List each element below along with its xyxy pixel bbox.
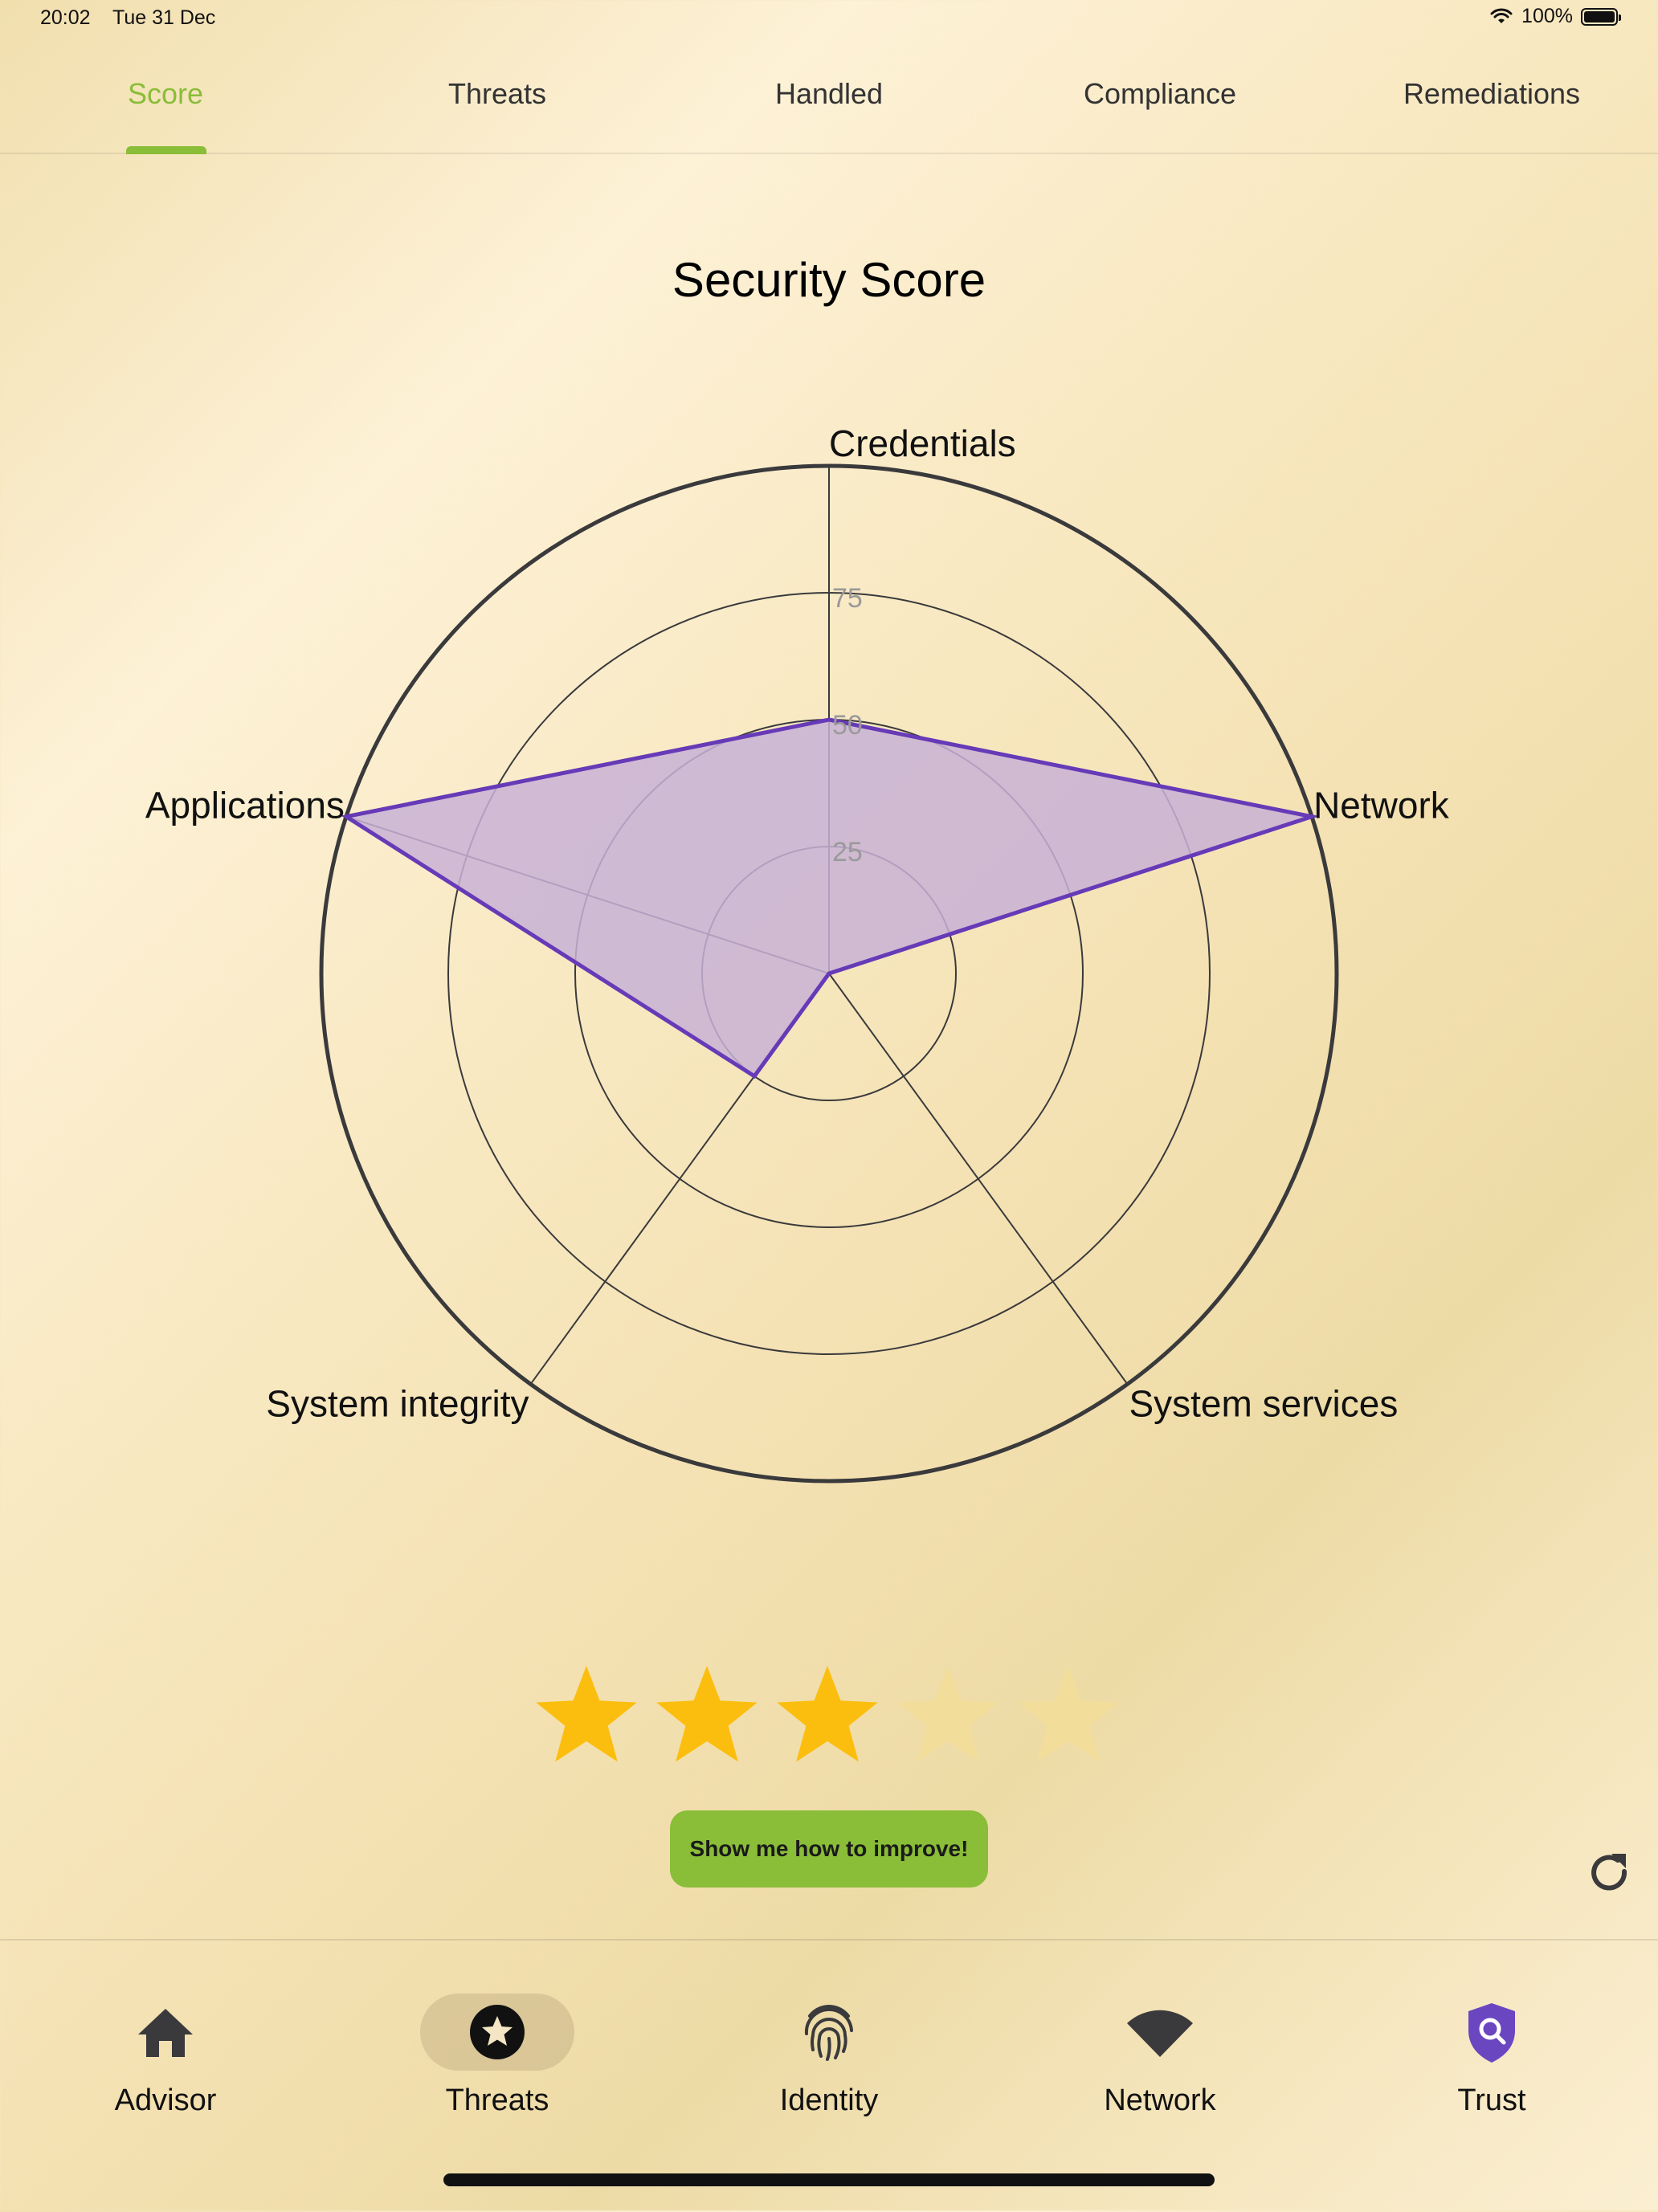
star-rating [530, 1661, 1125, 1773]
nav-identity-icon-wrap [752, 1994, 906, 2071]
wifi-icon [1127, 2010, 1193, 2057]
star-empty-icon [1018, 1666, 1119, 1762]
radar-spoke [828, 973, 1129, 1385]
nav-trust-icon-wrap [1415, 1994, 1569, 2071]
star-badge-icon [470, 2005, 525, 2059]
radar-axis-label: System services [1129, 1382, 1398, 1424]
improve-button[interactable]: Show me how to improve! [670, 1810, 988, 1888]
shield-search-icon [1468, 2003, 1515, 2063]
nav-identity-label: Identity [779, 2083, 879, 2117]
star-filled-icon [536, 1666, 637, 1762]
bottom-navigation: Advisor Threats Identity Network Trust [0, 1939, 1658, 2212]
nav-trust-label: Trust [1457, 2083, 1526, 2117]
radar-axis-label: Credentials [829, 422, 1016, 464]
nav-network-icon-wrap [1083, 1994, 1237, 2071]
radar-axis-label: Applications [145, 785, 345, 826]
radar-tick-label: 50 [832, 710, 863, 741]
refresh-icon[interactable] [1584, 1847, 1636, 1899]
home-icon [138, 2009, 193, 2057]
home-indicator [443, 2173, 1215, 2186]
fingerprint-icon [804, 2005, 853, 2061]
nav-threats-icon-wrap [420, 1994, 574, 2071]
radar-series-area [341, 717, 1320, 1079]
star-filled-icon [656, 1666, 758, 1762]
nav-threats-label: Threats [445, 2083, 549, 2117]
radar-tick-label: 75 [832, 583, 863, 614]
star-filled-icon [777, 1666, 878, 1762]
radar-axis-label: Network [1313, 785, 1450, 826]
star-empty-icon [897, 1666, 998, 1762]
nav-network-label: Network [1104, 2083, 1216, 2117]
nav-advisor-icon-wrap [88, 1994, 243, 2071]
radar-axis-label: System integrity [266, 1382, 529, 1424]
nav-advisor-label: Advisor [114, 2083, 217, 2117]
radar-tick-label: 25 [832, 837, 863, 867]
